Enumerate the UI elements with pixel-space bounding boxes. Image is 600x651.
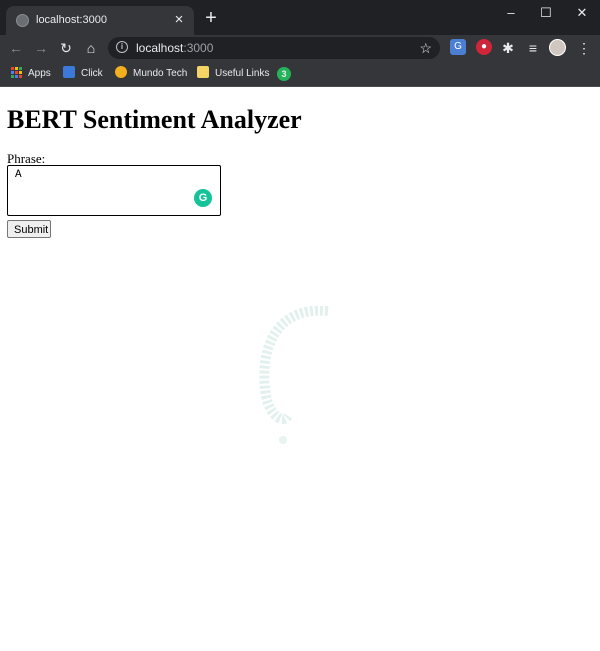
bookmark-mundo-tech[interactable]: Mundo Tech xyxy=(115,66,187,82)
browser-title-bar: localhost:3000 × + – ☐ ✕ xyxy=(0,0,600,35)
bookmark-useful-links[interactable]: Useful Links xyxy=(197,66,269,82)
loading-ghost-graphic xyxy=(259,306,329,424)
browser-toolbar: ← → ↻ ⌂ i localhost:3000 ☆ G ● ✱ ≡ ⋮ xyxy=(0,35,600,61)
extensions-puzzle-icon[interactable]: ✱ xyxy=(498,38,518,58)
page-content: BERT Sentiment Analyzer Phrase: A G Subm… xyxy=(0,88,600,651)
grammarly-icon[interactable]: G xyxy=(194,189,212,207)
whatsapp-extension-icon[interactable]: 3 xyxy=(277,67,291,81)
phrase-value: A xyxy=(15,169,22,181)
loading-ghost-dot xyxy=(279,436,287,444)
new-tab-button[interactable]: + xyxy=(201,8,221,28)
phrase-textarea[interactable]: A G xyxy=(7,165,221,216)
bookmarks-bar: Apps Click Mundo Tech Useful Links 3 xyxy=(0,61,600,87)
address-url: localhost:3000 xyxy=(136,41,213,55)
reading-list-icon[interactable]: ≡ xyxy=(523,38,543,58)
click-icon xyxy=(63,66,75,79)
tab-title: localhost:3000 xyxy=(36,14,107,26)
site-info-icon[interactable]: i xyxy=(116,41,128,53)
submit-button[interactable]: Submit xyxy=(7,220,51,238)
url-port: :3000 xyxy=(183,41,214,55)
home-icon[interactable]: ⌂ xyxy=(81,38,101,58)
globe-icon xyxy=(16,14,29,27)
page-title: BERT Sentiment Analyzer xyxy=(7,105,302,134)
bookmark-click[interactable]: Click xyxy=(63,66,103,82)
bookmark-mundo-tech-label: Mundo Tech xyxy=(133,68,188,79)
url-host: localhost xyxy=(136,41,184,55)
shield-extension-icon[interactable]: ● xyxy=(476,39,492,55)
bookmark-star-icon[interactable]: ☆ xyxy=(419,39,432,57)
apps-grid-icon xyxy=(11,66,22,78)
close-window-button[interactable]: ✕ xyxy=(564,0,600,26)
back-arrow-icon[interactable]: ← xyxy=(6,38,26,58)
mundo-tech-icon xyxy=(115,66,127,79)
minimize-button[interactable]: – xyxy=(493,0,529,26)
profile-avatar[interactable] xyxy=(549,39,566,56)
bookmark-click-label: Click xyxy=(81,68,103,79)
extension-badge: 3 xyxy=(281,69,287,79)
tab-close-icon[interactable]: × xyxy=(170,11,188,29)
bookmark-apps[interactable]: Apps xyxy=(11,66,51,82)
address-bar[interactable]: i localhost:3000 ☆ xyxy=(108,37,440,59)
folder-icon xyxy=(197,66,209,79)
reload-icon[interactable]: ↻ xyxy=(56,38,76,58)
maximize-button[interactable]: ☐ xyxy=(528,0,564,26)
browser-tab[interactable]: localhost:3000 × xyxy=(6,6,194,35)
forward-arrow-icon[interactable]: → xyxy=(31,38,51,58)
bookmark-apps-label: Apps xyxy=(28,68,51,79)
bookmark-useful-links-label: Useful Links xyxy=(215,68,270,79)
translate-extension-icon[interactable]: G xyxy=(450,39,466,55)
menu-dots-icon[interactable]: ⋮ xyxy=(574,38,594,58)
